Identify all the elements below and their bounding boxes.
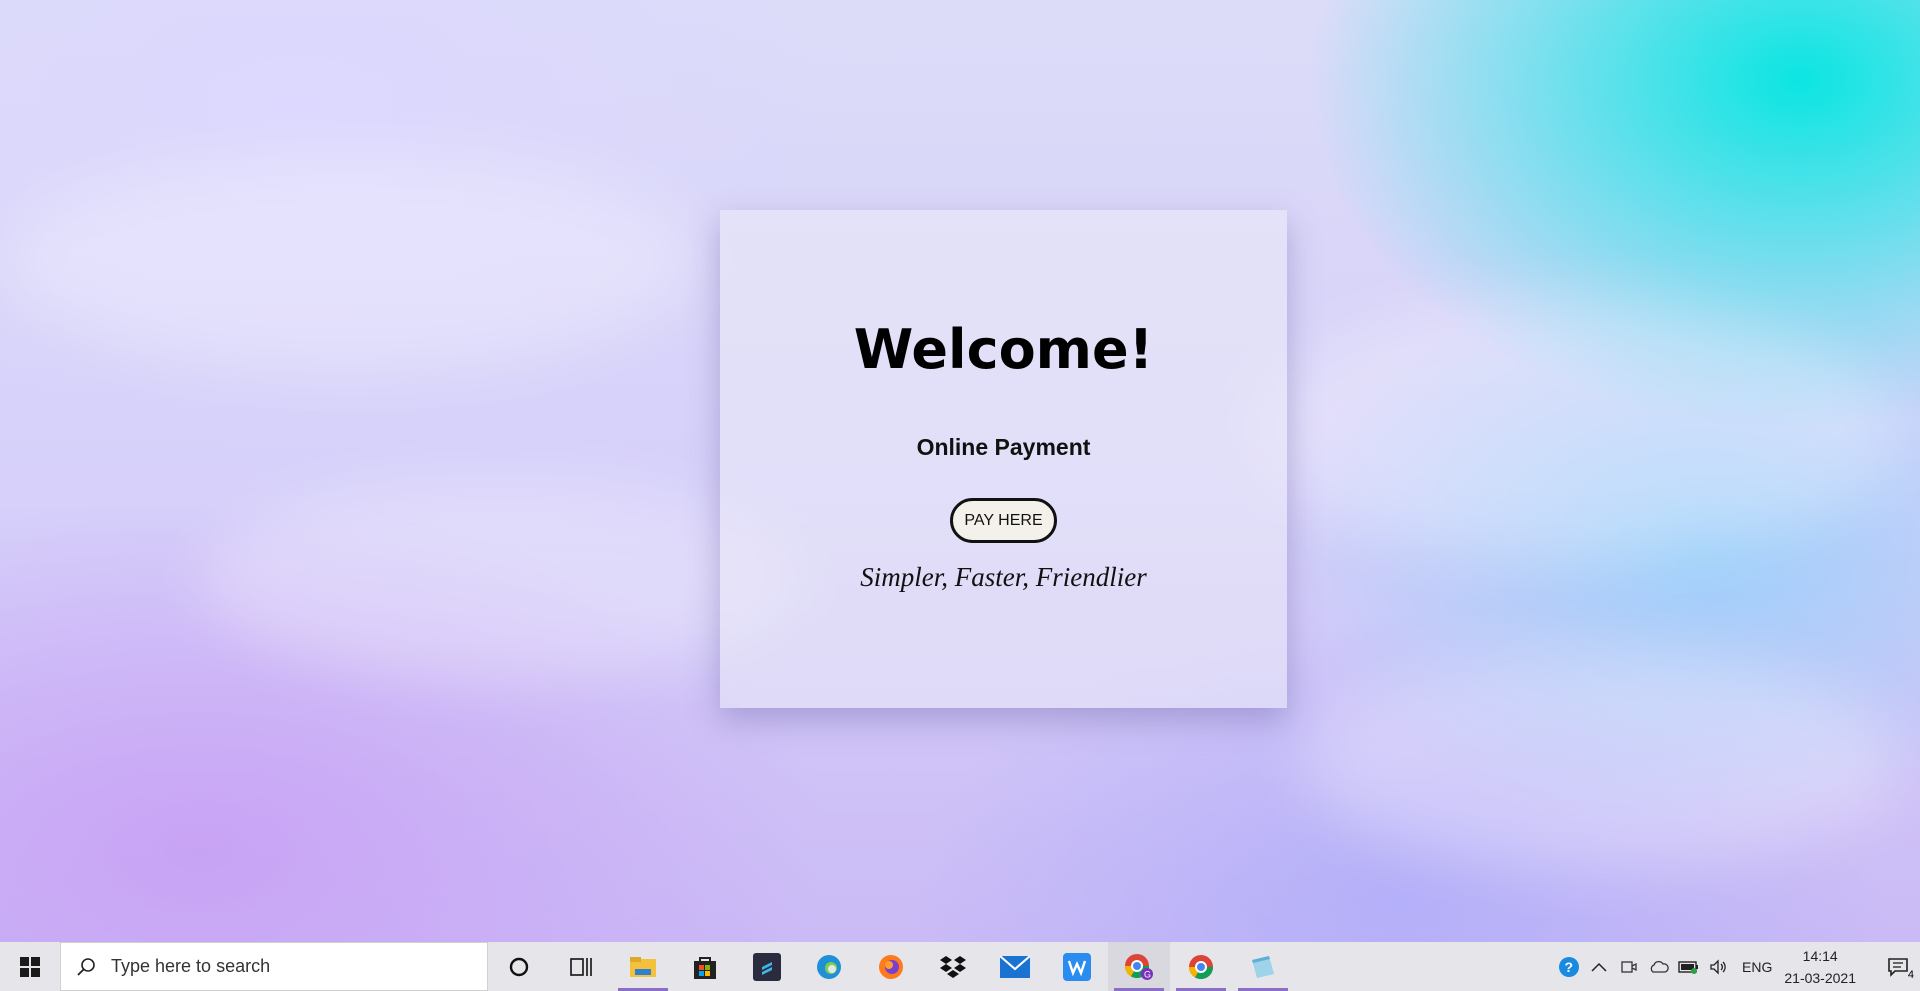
notification-count: 4 bbox=[1907, 968, 1914, 981]
taskbar-microsoft-store[interactable] bbox=[674, 942, 736, 991]
page-title: Welcome! bbox=[853, 318, 1154, 381]
language-indicator[interactable]: ENG bbox=[1742, 959, 1772, 975]
start-button[interactable] bbox=[0, 942, 60, 991]
help-icon[interactable]: ? bbox=[1554, 956, 1584, 978]
taskbar-wps-office[interactable] bbox=[1046, 942, 1108, 991]
background-cloud bbox=[1250, 300, 1900, 560]
chrome-profile-icon: G bbox=[1125, 953, 1153, 980]
pay-here-button[interactable]: PAY HERE bbox=[950, 498, 1057, 543]
tagline: Simpler, Faster, Friendlier bbox=[860, 562, 1147, 592]
chrome-icon bbox=[1189, 954, 1213, 979]
welcome-card: Welcome! Online Payment PAY HERE Simpler… bbox=[720, 210, 1287, 708]
clock-time: 14:14 bbox=[1802, 947, 1838, 964]
sublime-text-icon bbox=[753, 952, 781, 981]
task-view-button[interactable] bbox=[550, 942, 612, 991]
svg-text:?: ? bbox=[1565, 959, 1574, 975]
taskbar-file-explorer[interactable] bbox=[612, 942, 674, 991]
windows-logo-icon bbox=[20, 956, 40, 977]
taskbar-chrome-profile[interactable]: G bbox=[1108, 942, 1170, 991]
background-cloud bbox=[0, 150, 700, 370]
taskbar-chrome[interactable] bbox=[1170, 942, 1232, 991]
clock[interactable]: 14:14 21-03-2021 bbox=[1784, 945, 1856, 989]
taskbar: Type here to search G ? ENG 14:14 21-03-… bbox=[0, 942, 1920, 991]
onedrive-icon[interactable] bbox=[1644, 960, 1674, 974]
taskbar-edge[interactable] bbox=[798, 942, 860, 991]
svg-text:G: G bbox=[1144, 969, 1151, 979]
clock-date: 21-03-2021 bbox=[1784, 969, 1856, 986]
system-tray: ? ENG 14:14 21-03-2021 4 bbox=[1554, 942, 1920, 991]
edge-icon bbox=[817, 954, 841, 979]
search-placeholder: Type here to search bbox=[111, 956, 271, 976]
cortana-button[interactable] bbox=[488, 942, 550, 991]
cortana-icon bbox=[509, 957, 529, 976]
taskbar-notepad[interactable] bbox=[1232, 942, 1294, 991]
taskbar-sublime-text[interactable] bbox=[736, 942, 798, 991]
meet-now-icon[interactable] bbox=[1614, 959, 1644, 975]
notification-icon bbox=[1888, 957, 1908, 977]
store-bag-icon bbox=[694, 956, 716, 979]
battery-icon[interactable] bbox=[1674, 960, 1704, 974]
firefox-icon bbox=[879, 954, 903, 979]
subtitle: Online Payment bbox=[916, 434, 1091, 460]
taskbar-dropbox[interactable] bbox=[922, 942, 984, 991]
search-icon bbox=[61, 957, 111, 977]
action-center-button[interactable]: 4 bbox=[1876, 957, 1920, 981]
background-cloud bbox=[200, 480, 800, 680]
folder-icon bbox=[630, 956, 656, 977]
dropbox-icon bbox=[940, 955, 966, 978]
taskbar-search[interactable]: Type here to search bbox=[60, 942, 488, 991]
background-cloud bbox=[1300, 650, 1900, 870]
taskbar-firefox[interactable] bbox=[860, 942, 922, 991]
task-view-icon bbox=[570, 957, 592, 976]
taskbar-mail[interactable] bbox=[984, 942, 1046, 991]
notepad-icon bbox=[1252, 955, 1274, 978]
volume-icon[interactable] bbox=[1704, 958, 1734, 975]
mail-icon bbox=[1000, 955, 1030, 978]
chevron-up-icon[interactable] bbox=[1584, 962, 1614, 972]
wps-office-icon bbox=[1063, 952, 1091, 981]
